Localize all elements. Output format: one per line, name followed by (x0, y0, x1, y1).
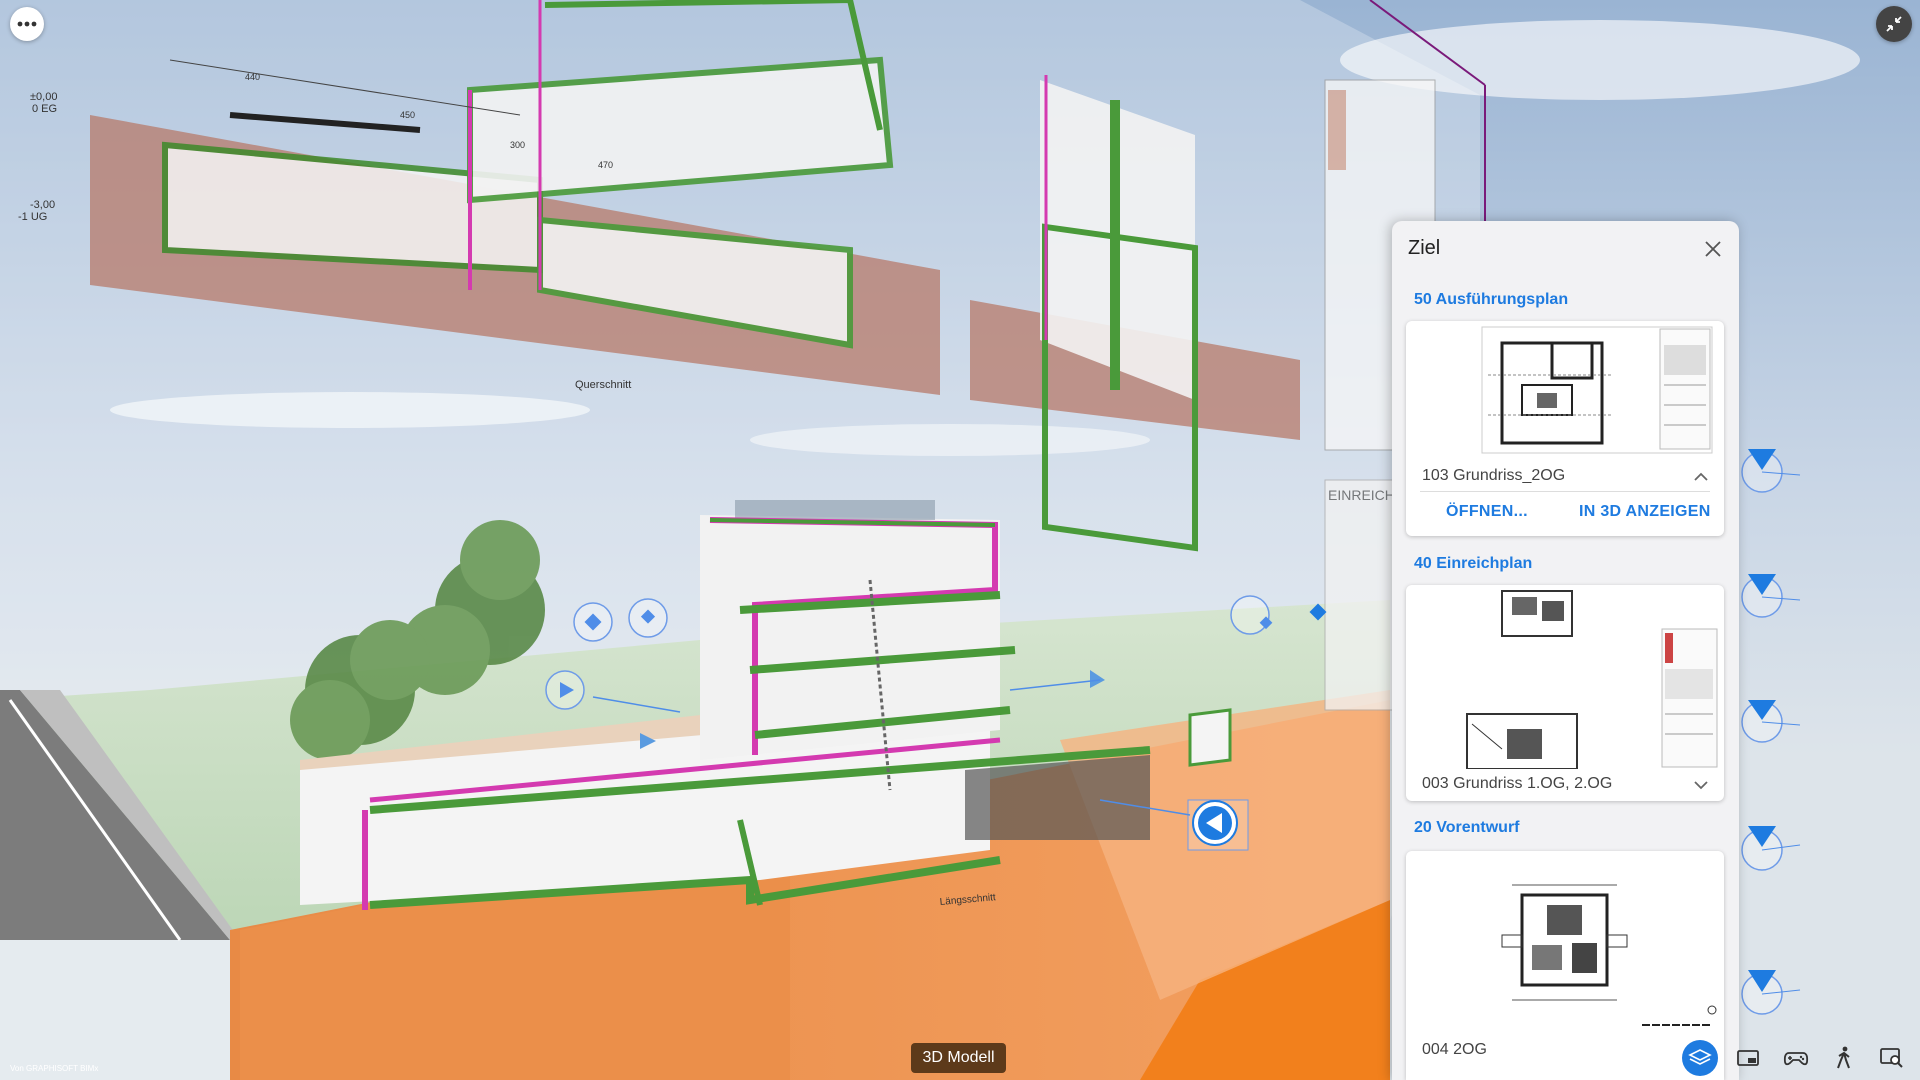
solar-panel (735, 500, 935, 520)
game-mode-button[interactable] (1778, 1040, 1814, 1076)
chevron-down-icon[interactable] (1692, 779, 1710, 791)
layers-button[interactable] (1682, 1040, 1718, 1076)
sheet-name: 103 Grundriss_2OG (1422, 467, 1566, 484)
level-label: ±0,00 (30, 91, 57, 103)
sheet-card[interactable]: 004 2OG (1406, 851, 1724, 1080)
sheet-card[interactable]: 103 Grundriss_2OG ÖFFNEN... IN 3D ANZEIG… (1406, 321, 1724, 536)
panel-title: Ziel (1408, 237, 1441, 259)
sheet-view-icon (1737, 1050, 1759, 1066)
scene-marker[interactable] (545, 670, 585, 710)
show-in-3d-button[interactable]: IN 3D ANZEIGEN (1579, 503, 1711, 521)
sheet-thumbnail[interactable] (1412, 589, 1718, 770)
section-label-vorentwurf[interactable]: 20 Vorentwurf (1414, 819, 1520, 837)
collapse-button[interactable] (1876, 6, 1912, 42)
layer-stack-icon (1688, 1049, 1712, 1065)
sheet-name: 003 Grundriss 1.OG, 2.OG (1422, 775, 1613, 792)
section-label-einreichplan[interactable]: 40 Einreichplan (1414, 555, 1532, 573)
section-label-ausfuehrungsplan[interactable]: 50 Ausführungsplan (1414, 291, 1568, 309)
sheet-name: 004 2OG (1422, 1041, 1487, 1058)
dimension-label: 300 (510, 140, 525, 150)
level-name: 0 EG (32, 103, 57, 115)
sheet-thumbnail[interactable] (1412, 325, 1718, 457)
sheet-thumbnail[interactable] (1412, 855, 1718, 1035)
dimension-label: 470 (598, 160, 613, 170)
more-options-button[interactable] (10, 7, 44, 41)
walk-mode-icon (1837, 1046, 1850, 1069)
scene-marker[interactable] (628, 598, 668, 638)
section-label: Querschnitt (575, 379, 631, 391)
divider (1420, 491, 1710, 492)
close-icon[interactable] (1701, 237, 1725, 261)
more-dots-icon (17, 21, 37, 27)
gamepad-icon (1783, 1052, 1809, 1066)
credit-text: Von GRAPHISOFT BIMx (10, 1064, 99, 1073)
chevron-up-icon[interactable] (1692, 471, 1710, 483)
scene-marker-active[interactable] (1187, 799, 1249, 851)
dimension-label: 440 (245, 72, 260, 82)
search-window-icon (1880, 1048, 1903, 1068)
walk-mode-button[interactable] (1826, 1040, 1862, 1076)
collapse-arrows-icon (1886, 16, 1902, 32)
dimension-label: 450 (400, 110, 415, 120)
scene-marker[interactable] (573, 602, 613, 642)
target-panel: Ziel 50 Ausführungsplan 103 Grundriss_2O… (1392, 221, 1739, 1080)
level-label: -3,00 (30, 199, 55, 211)
level-name: -1 UG (18, 211, 47, 223)
open-button[interactable]: ÖFFNEN... (1446, 503, 1528, 521)
search-view-button[interactable] (1874, 1040, 1910, 1076)
sheet-card[interactable]: 003 Grundriss 1.OG, 2.OG (1406, 585, 1724, 801)
view-mode-label: 3D Modell (911, 1043, 1006, 1073)
sheet-view-button[interactable] (1730, 1040, 1766, 1076)
